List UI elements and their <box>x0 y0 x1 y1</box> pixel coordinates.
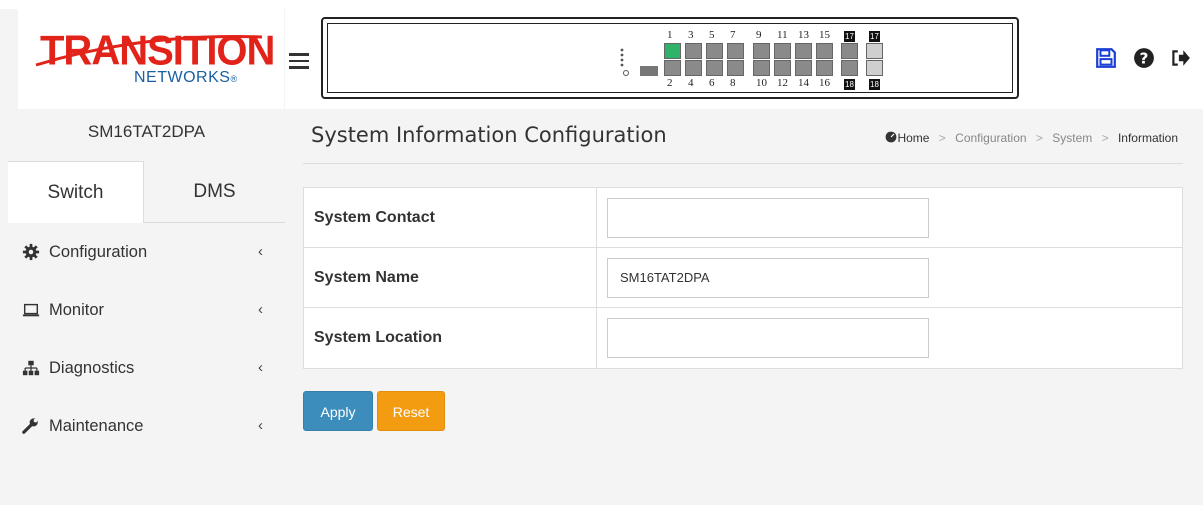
sidebar-item-label: Diagnostics <box>49 359 135 377</box>
switch-panel: 1 3 5 7 9 11 13 15 17 17 2 4 6 8 10 12 14 16 18 18 <box>321 17 1019 99</box>
port-label-4: 4 <box>688 77 694 89</box>
port-17-top[interactable] <box>841 43 858 59</box>
breadcrumb-system[interactable]: System <box>1052 131 1092 145</box>
led-indicator-icon <box>620 48 629 76</box>
sidebar-item-diagnostics[interactable]: Diagnostics ‹ <box>8 339 285 397</box>
system-contact-label: System Contact <box>304 188 597 247</box>
form-row-name: System Name <box>304 248 1182 308</box>
system-info-form: System Contact System Name System Locati… <box>303 187 1183 369</box>
system-name-input[interactable] <box>607 257 929 298</box>
form-row-contact: System Contact <box>304 188 1182 248</box>
logo-main-text: TRANSITION <box>40 27 275 75</box>
port-3-top[interactable] <box>685 43 702 59</box>
port-10-bottom[interactable] <box>753 60 770 76</box>
port-1-top[interactable] <box>664 43 681 59</box>
port-label-10: 10 <box>756 77 767 89</box>
apply-button[interactable]: Apply <box>303 391 373 431</box>
chevron-left-icon: ‹ <box>258 301 263 318</box>
port-18-bottom[interactable] <box>841 60 858 76</box>
breadcrumb-information: Information <box>1117 131 1178 145</box>
port-18-bottom[interactable] <box>866 60 883 76</box>
port-5-top[interactable] <box>706 43 723 59</box>
port-8-bottom[interactable] <box>727 60 744 76</box>
svg-text:?: ? <box>1140 50 1149 68</box>
logo[interactable]: TRANSITION NETWORKS® <box>18 9 284 109</box>
chevron-left-icon: ‹ <box>258 359 263 376</box>
port-15-top[interactable] <box>816 43 833 59</box>
port-label-2: 2 <box>667 77 673 89</box>
port-label-12: 12 <box>777 77 788 89</box>
port-label-15: 15 <box>819 29 830 41</box>
main-content: System Information Configuration Home > … <box>285 109 1203 505</box>
sidebar-item-label: Configuration <box>49 243 148 261</box>
breadcrumb-home[interactable]: Home <box>885 131 932 145</box>
port-label-8: 8 <box>730 77 736 89</box>
port-14-bottom[interactable] <box>795 60 812 76</box>
sidebar-item-label: Monitor <box>49 301 105 319</box>
port-4-bottom[interactable] <box>685 60 702 76</box>
port-11-top[interactable] <box>774 43 791 59</box>
chevron-left-icon: ‹ <box>258 417 263 434</box>
sidebar-tabs: Switch DMS <box>8 161 285 223</box>
port-label-13: 13 <box>798 29 809 41</box>
divider <box>303 163 1183 164</box>
dashboard-icon <box>886 131 897 143</box>
breadcrumb: Home > Configuration > System > Informat… <box>885 131 1178 145</box>
port-6-bottom[interactable] <box>706 60 723 76</box>
breadcrumb-configuration[interactable]: Configuration <box>955 131 1026 145</box>
save-icon[interactable] <box>1095 47 1117 75</box>
sidebar-menu: Configuration ‹ Monitor ‹ Diagnostics ‹ <box>8 223 285 455</box>
chevron-left-icon: ‹ <box>258 243 263 260</box>
port-17-top[interactable] <box>866 43 883 59</box>
port-label-17: 17 <box>869 31 880 42</box>
page-title: System Information Configuration <box>311 123 667 147</box>
port-label-14: 14 <box>798 77 809 89</box>
gear-icon <box>22 243 40 261</box>
port-2-bottom[interactable] <box>664 60 681 76</box>
port-label-3: 3 <box>688 29 694 41</box>
system-location-input[interactable] <box>607 318 929 358</box>
logout-icon[interactable] <box>1169 47 1191 75</box>
port-label-18: 18 <box>844 79 855 90</box>
tab-dms[interactable]: DMS <box>144 161 285 223</box>
system-location-label: System Location <box>304 308 597 368</box>
wrench-icon <box>22 418 38 434</box>
port-label-7: 7 <box>730 29 736 41</box>
port-label-18: 18 <box>869 79 880 90</box>
sidebar-item-configuration[interactable]: Configuration ‹ <box>8 223 285 281</box>
system-name-label: System Name <box>304 248 597 307</box>
port-13-top[interactable] <box>795 43 812 59</box>
sidebar-item-monitor[interactable]: Monitor ‹ <box>8 281 285 339</box>
port-7-top[interactable] <box>727 43 744 59</box>
port-9-top[interactable] <box>753 43 770 59</box>
port-label-5: 5 <box>709 29 715 41</box>
top-strip <box>0 0 1203 9</box>
sitemap-icon <box>22 360 40 376</box>
reset-button[interactable]: Reset <box>377 391 445 431</box>
port-12-bottom[interactable] <box>774 60 791 76</box>
form-row-location: System Location <box>304 308 1182 368</box>
menu-toggle-icon[interactable] <box>289 53 309 69</box>
sidebar-item-label: Maintenance <box>49 417 144 435</box>
device-name: SM16TAT2DPA <box>87 122 206 141</box>
help-icon[interactable]: ? <box>1133 47 1155 75</box>
laptop-icon <box>22 303 40 317</box>
port-label-16: 16 <box>819 77 830 89</box>
mgmt-port <box>640 66 658 76</box>
port-label-17: 17 <box>844 31 855 42</box>
sidebar-item-maintenance[interactable]: Maintenance ‹ <box>8 397 285 455</box>
logo-sub-text: NETWORKS® <box>134 69 238 86</box>
port-16-bottom[interactable] <box>816 60 833 76</box>
port-label-1: 1 <box>667 29 673 41</box>
tab-switch[interactable]: Switch <box>8 161 144 223</box>
port-label-11: 11 <box>777 29 788 41</box>
sidebar: TRANSITION NETWORKS® SM16TAT2DPA Switch … <box>8 9 285 505</box>
system-contact-input[interactable] <box>607 197 929 238</box>
header: 1 3 5 7 9 11 13 15 17 17 2 4 6 8 10 12 14 16 18 18 ? <box>285 9 1203 109</box>
port-label-6: 6 <box>709 77 715 89</box>
port-label-9: 9 <box>756 29 762 41</box>
